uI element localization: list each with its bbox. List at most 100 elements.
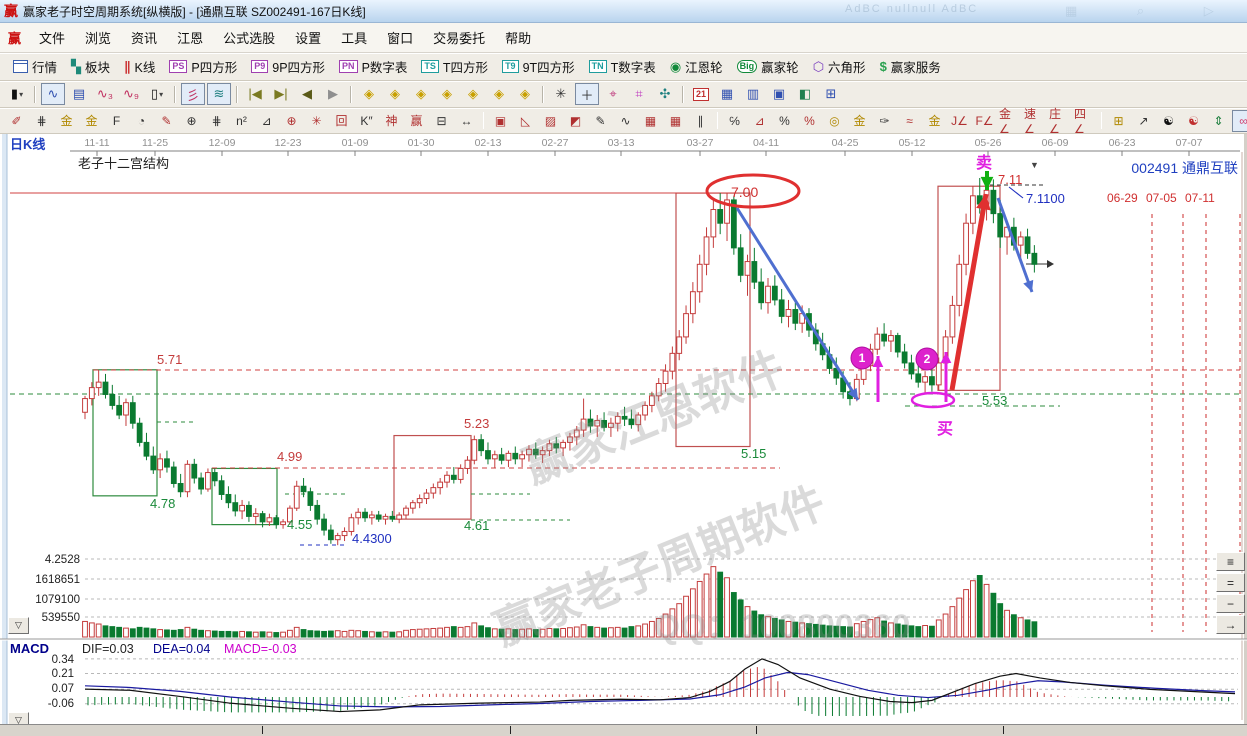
speed-line-tool[interactable]: 速∠ xyxy=(1023,110,1046,132)
diamond-shift-right-button[interactable]: ◈ xyxy=(383,83,407,105)
notes-tool[interactable]: ▤ xyxy=(67,83,91,105)
circle-target-tool[interactable]: ⊕ xyxy=(280,110,303,132)
f-ruler-tool[interactable]: F xyxy=(105,110,128,132)
menu-trading[interactable]: 交易委托 xyxy=(423,24,495,51)
n-square-tool[interactable]: n² xyxy=(230,110,253,132)
sectors-button[interactable]: ▚板块 xyxy=(64,57,117,76)
updown-arrows-tool[interactable]: ⇕ xyxy=(1207,110,1230,132)
pan-hand-tool[interactable]: ✳ xyxy=(549,83,573,105)
candle-style-dropdown[interactable]: ▮▾ xyxy=(5,83,29,105)
9p-square-button[interactable]: P99P四方形 xyxy=(244,57,332,76)
gann-grid-box-tool[interactable]: ▨ xyxy=(539,110,562,132)
print-button[interactable]: ⊞ xyxy=(819,83,843,105)
gold-ruler-tool[interactable]: 金 xyxy=(55,110,78,132)
diamond-expand-h-button[interactable]: ◈ xyxy=(409,83,433,105)
menu-settings[interactable]: 设置 xyxy=(285,24,331,51)
diamond-compress-all-button[interactable]: ◈ xyxy=(487,83,511,105)
gann-square-fan-tool[interactable]: ◩ xyxy=(564,110,587,132)
menu-file[interactable]: 文件 xyxy=(29,24,75,51)
dense-grid-tool[interactable]: ▦ xyxy=(639,110,662,132)
gann-box-tool[interactable]: ▣ xyxy=(489,110,512,132)
chart-canvas[interactable]: 11-1111-2512-0912-2301-0901-3002-1302-27… xyxy=(0,134,1247,731)
time-circle-tool[interactable]: ⊕ xyxy=(180,110,203,132)
parallel-lines-tool[interactable]: ∥ xyxy=(689,110,712,132)
scroll-right-button[interactable]: → xyxy=(1216,615,1245,634)
compress-max-button[interactable]: ≡ xyxy=(1216,552,1245,571)
crosshair-tool[interactable]: ＋ xyxy=(575,83,599,105)
menu-browse[interactable]: 浏览 xyxy=(75,24,121,51)
nine-grid-tool[interactable]: ⊞ xyxy=(1107,110,1130,132)
diamond-compress-h-button[interactable]: ◈ xyxy=(435,83,459,105)
calculator-button[interactable]: ▦ xyxy=(715,83,739,105)
price-ruler-tool[interactable]: ⋕ xyxy=(30,110,53,132)
compress-mid-button[interactable]: = xyxy=(1216,573,1245,592)
diamond-center-button[interactable]: ◈ xyxy=(513,83,537,105)
dense-grid-2-tool[interactable]: ▦ xyxy=(664,110,687,132)
prev-bar-button[interactable]: ◀ xyxy=(295,83,319,105)
p-square-button[interactable]: PSP四方形 xyxy=(162,57,244,76)
knot-tool[interactable]: ✣ xyxy=(653,83,677,105)
percent-table-tool[interactable]: ℅ xyxy=(723,110,746,132)
winner-wheel-button[interactable]: Big赢家轮 xyxy=(730,57,806,76)
winner-service-button[interactable]: $赢家服务 xyxy=(873,57,948,76)
j-line-tool[interactable]: J∠ xyxy=(948,110,971,132)
taiji-red-tool[interactable]: ☯ xyxy=(1182,110,1205,132)
menu-gann[interactable]: 江恩 xyxy=(167,24,213,51)
zigzag-pattern-tool[interactable]: ∿ xyxy=(41,83,65,105)
si-line-tool[interactable]: 四∠ xyxy=(1073,110,1096,132)
grid-anchor-tool[interactable]: ⌗ xyxy=(627,83,651,105)
quotes-button[interactable]: 行情 xyxy=(6,57,64,76)
compress-min-button[interactable]: − xyxy=(1216,594,1245,613)
infinity-tool[interactable]: ∞ xyxy=(1232,110,1247,132)
percent-tool[interactable]: % xyxy=(773,110,796,132)
menu-tools[interactable]: 工具 xyxy=(331,24,377,51)
notepad-button[interactable]: ▥ xyxy=(741,83,765,105)
calendar-button[interactable]: 21 xyxy=(689,83,713,105)
diamond-shift-left-button[interactable]: ◈ xyxy=(357,83,381,105)
spiral-tool[interactable]: ◔ xyxy=(130,110,153,132)
gold-circle-tool[interactable]: ◎ xyxy=(823,110,846,132)
volume-pane-toggle-button[interactable]: ▽ xyxy=(8,617,29,634)
diamond-expand-all-button[interactable]: ◈ xyxy=(461,83,485,105)
stats-button[interactable]: ◧ xyxy=(793,83,817,105)
angle-pen-tool[interactable]: ✎ xyxy=(589,110,612,132)
gann-fan-tool[interactable]: ◺ xyxy=(514,110,537,132)
width-measure-tool[interactable]: ↔ xyxy=(455,110,478,132)
9t-square-button[interactable]: T99T四方形 xyxy=(495,57,582,76)
f-line-tool[interactable]: F∠ xyxy=(973,110,996,132)
number-grid-tool[interactable]: ⊟ xyxy=(430,110,453,132)
hollow-candle-dropdown[interactable]: ▯▾ xyxy=(145,83,169,105)
time-ruler-tool[interactable]: ⋕ xyxy=(205,110,228,132)
mirror-angle-tool[interactable]: ⊿ xyxy=(255,110,278,132)
percent-line-tool[interactable]: % xyxy=(798,110,821,132)
trend-draw-tool[interactable]: ↗ xyxy=(1132,110,1155,132)
wave-9-tool[interactable]: ∿₉ xyxy=(119,83,143,105)
k-quote-tool[interactable]: K″ xyxy=(355,110,378,132)
menu-help[interactable]: 帮助 xyxy=(495,24,541,51)
polyline-tool[interactable]: ∿ xyxy=(614,110,637,132)
ying-ruler-tool[interactable]: 赢 xyxy=(405,110,428,132)
p-number-table-button[interactable]: PNP数字表 xyxy=(332,57,414,76)
gann-pen-tool[interactable]: ✐ xyxy=(5,110,28,132)
shen-ruler-tool[interactable]: 神 xyxy=(380,110,403,132)
square-spiral-tool[interactable]: 回 xyxy=(330,110,353,132)
wave-band-tool[interactable]: ≈ xyxy=(898,110,921,132)
wave-flag-tool[interactable]: 彡 xyxy=(181,83,205,105)
last-bar-button[interactable]: ▶| xyxy=(269,83,293,105)
gold-line-tool[interactable]: 金∠ xyxy=(998,110,1021,132)
taiji-tool[interactable]: ☯ xyxy=(1157,110,1180,132)
measure-tool[interactable]: ⌖ xyxy=(601,83,625,105)
menu-window[interactable]: 窗口 xyxy=(377,24,423,51)
gold-bar-tool[interactable]: 金 xyxy=(923,110,946,132)
bottom-scroll-strip[interactable] xyxy=(0,724,1247,736)
kline-button[interactable]: ∥K线 xyxy=(117,57,162,76)
gold-ruler-2-tool[interactable]: 金 xyxy=(80,110,103,132)
brush-tool[interactable]: ✑ xyxy=(873,110,896,132)
first-bar-button[interactable]: |◀ xyxy=(243,83,267,105)
menu-news[interactable]: 资讯 xyxy=(121,24,167,51)
zhuang-line-tool[interactable]: 庄∠ xyxy=(1048,110,1071,132)
wave-3-tool[interactable]: ∿₃ xyxy=(93,83,117,105)
save-button[interactable]: ▣ xyxy=(767,83,791,105)
next-bar-button[interactable]: ▶ xyxy=(321,83,345,105)
red-pen-tool[interactable]: ✎ xyxy=(155,110,178,132)
